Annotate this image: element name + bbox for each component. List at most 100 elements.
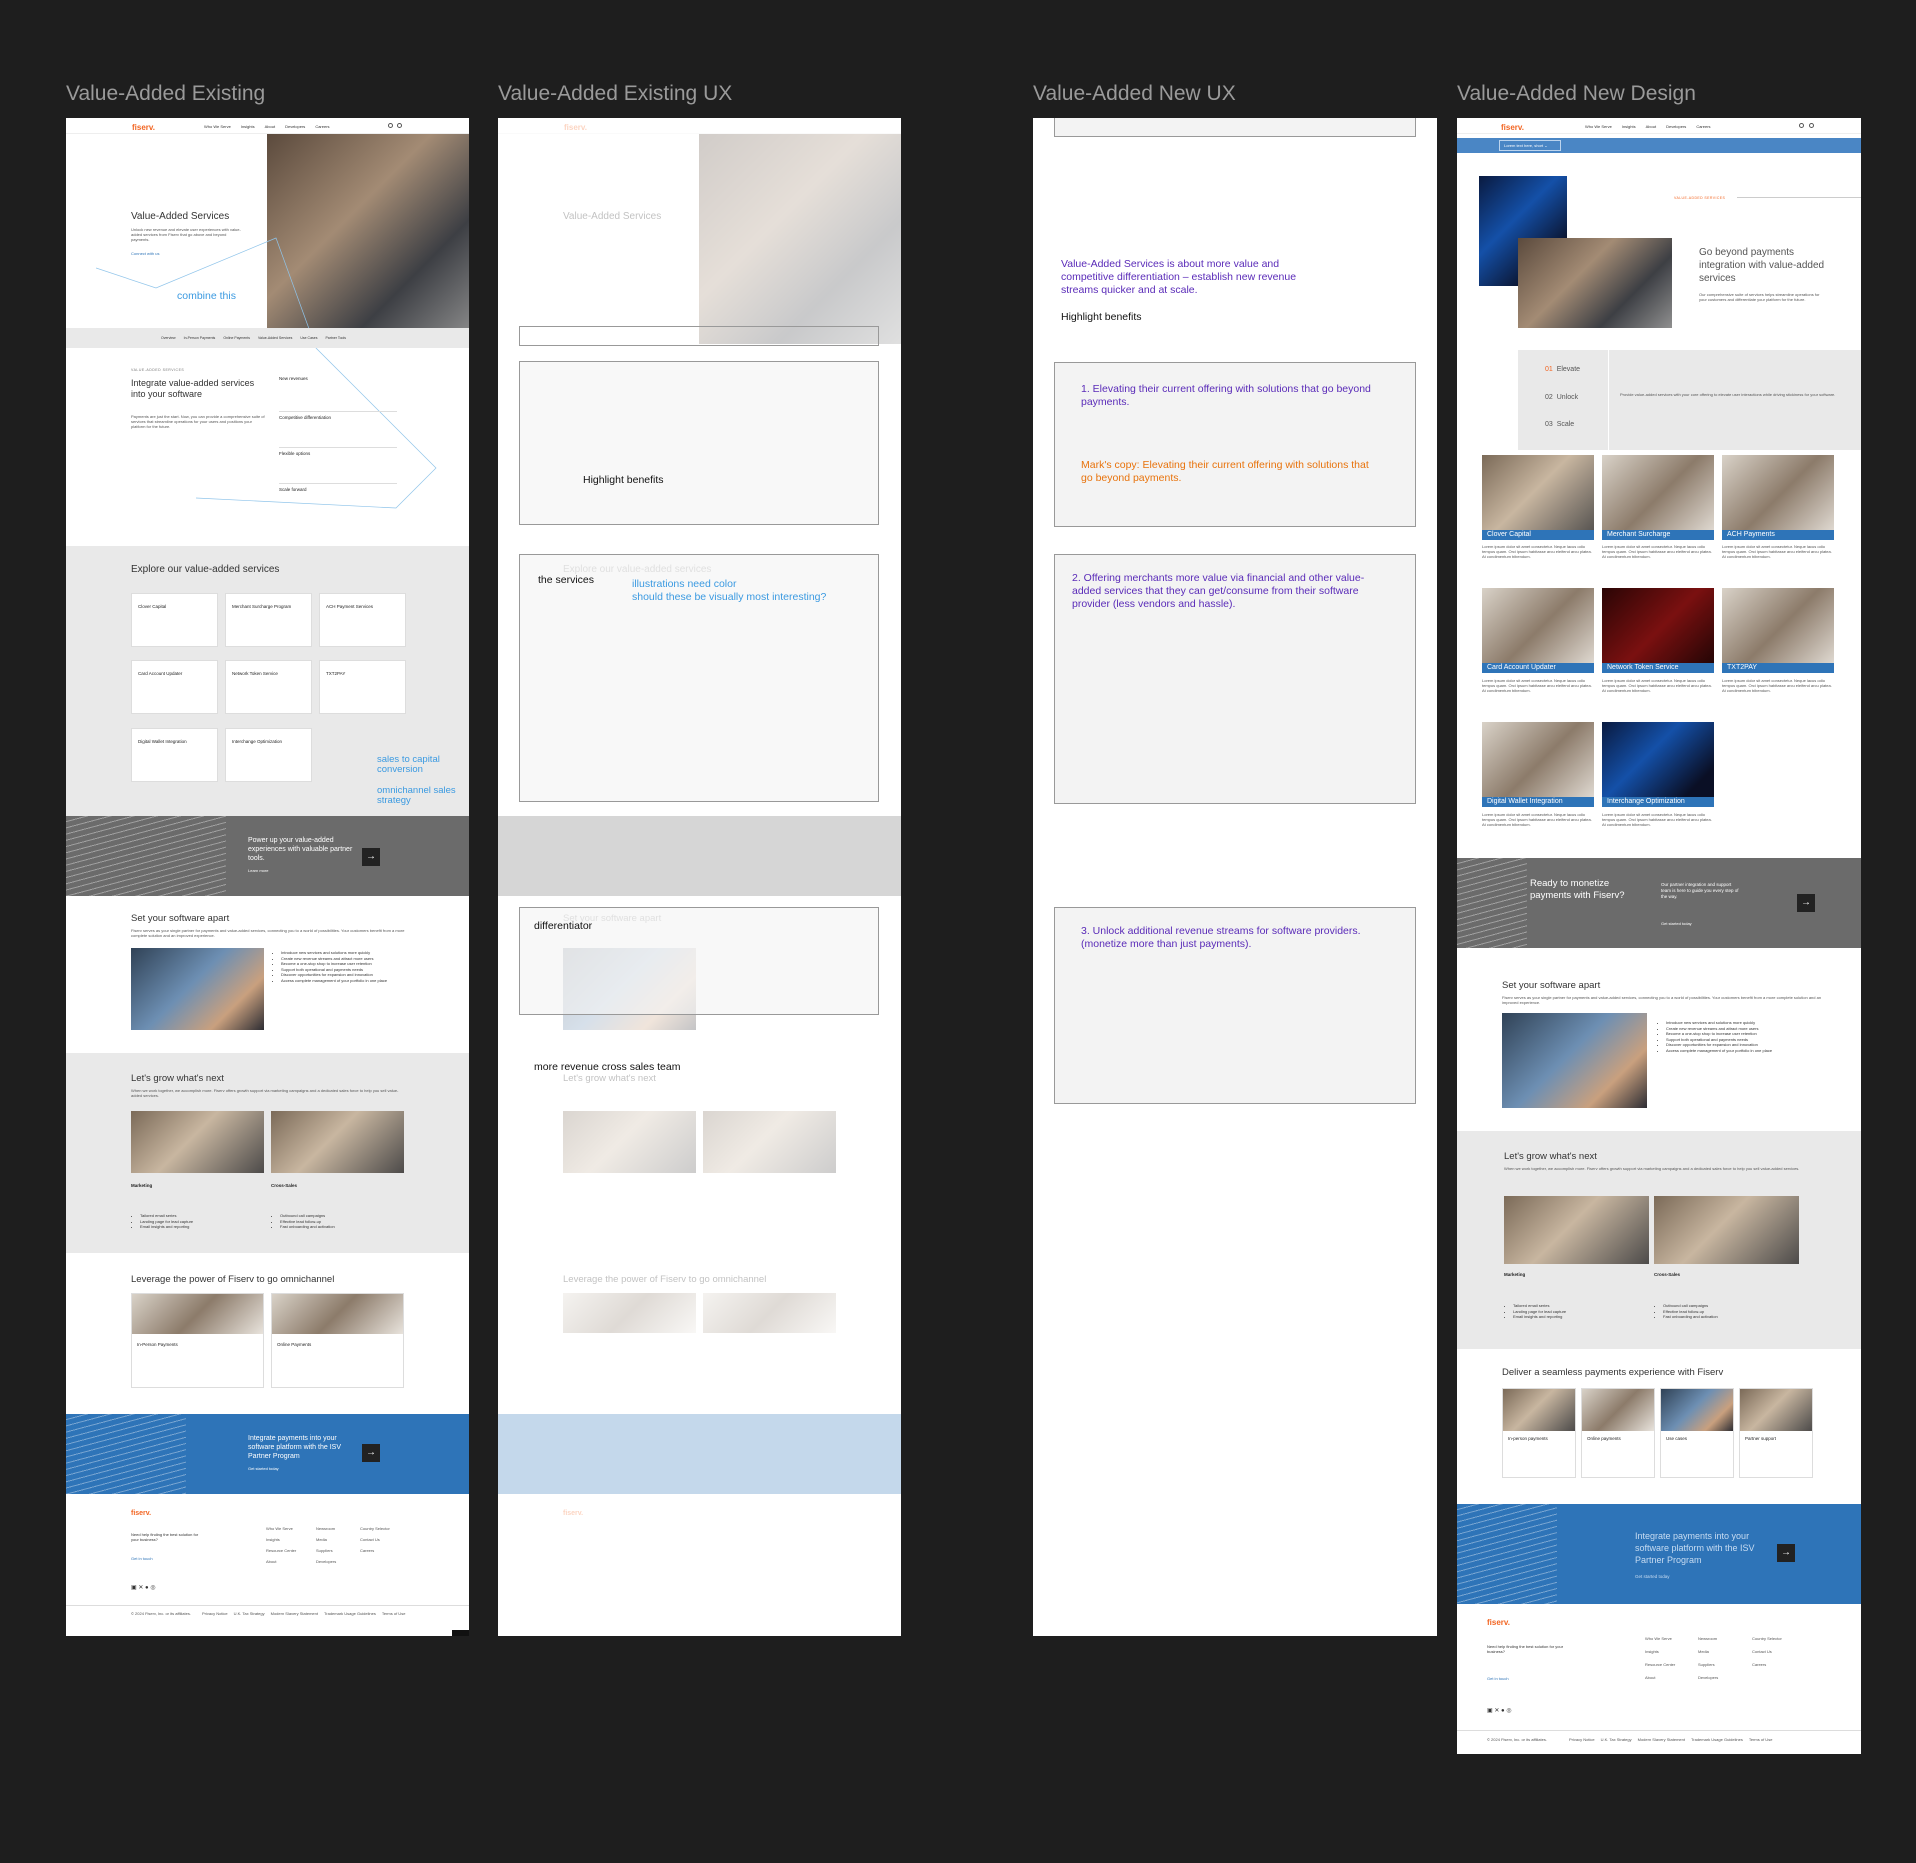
service-card-clover-capital[interactable]: Clover Capital	[1482, 455, 1594, 540]
service-desc: Lorem ipsum dolor sit amet consectetur. …	[1602, 812, 1712, 827]
arrow-right-icon[interactable]: →	[1797, 894, 1815, 912]
in-person-card[interactable]: In-Person Payments	[131, 1293, 264, 1388]
apart-list: Introduce new services and solutions mor…	[1660, 1020, 1790, 1053]
integrate-body: Payments are just the start. Now, you ca…	[131, 414, 265, 429]
deliver-title: Deliver a seamless payments experience w…	[1502, 1367, 1724, 1378]
frame-new-design[interactable]: fiserv. Who We Serve Insights About Deve…	[1457, 118, 1861, 1754]
isv-title: Integrate payments into your software pl…	[1635, 1531, 1755, 1565]
monetize-link[interactable]: Get started today	[1661, 921, 1692, 926]
subnav-item[interactable]: Use Cases	[300, 336, 317, 340]
globe-icon[interactable]	[397, 123, 402, 128]
ux-intro: Value-Added Services is about more value…	[1061, 258, 1297, 296]
nav-link[interactable]: Insights	[241, 124, 255, 129]
service-desc: Lorem ipsum dolor sit amet consectetur. …	[1482, 544, 1592, 559]
nav-link[interactable]: Who We Serve	[204, 124, 231, 129]
service-card[interactable]: ACH Payment Services	[319, 593, 406, 647]
grow-title: Let's grow what's next	[563, 1073, 656, 1084]
service-card-merchant-surcharge[interactable]: Merchant Surcharge	[1602, 455, 1714, 540]
deliver-label: In-person payments	[1508, 1436, 1548, 1441]
globe-icon[interactable]	[1809, 123, 1814, 128]
frame-existing-ux[interactable]: fiserv. Value-Added Services Explore our…	[498, 118, 901, 1636]
cross-sales-photo	[1654, 1196, 1799, 1264]
subnav-item[interactable]: In-Person Payments	[184, 336, 216, 340]
deliver-card-partner-support[interactable]: Partner support	[1739, 1388, 1813, 1478]
cross-sales-list: Outbound call campaigns Effective lead f…	[274, 1213, 335, 1230]
search-icon[interactable]	[1799, 123, 1804, 128]
service-card[interactable]: Clover Capital	[131, 593, 218, 647]
service-card[interactable]: Merchant Surcharge Program	[225, 593, 312, 647]
ux-note-illustrations: illustrations need color should these be…	[632, 578, 827, 603]
top-nav: fiserv. Who We Serve Insights About Deve…	[66, 118, 469, 134]
benefit-tabs: 01 Elevate 02 Unlock 03 Scale Provide va…	[1518, 350, 1861, 450]
deliver-photo	[1740, 1389, 1812, 1431]
band-link[interactable]: Learn more	[248, 868, 268, 873]
online-card[interactable]: Online Payments	[271, 1293, 404, 1388]
subnav-item[interactable]: Partner Tools	[325, 336, 346, 340]
deliver-card-online[interactable]: Online payments	[1581, 1388, 1655, 1478]
nav-link[interactable]: Careers	[315, 124, 329, 129]
accordion-item[interactable]: Competitive differentiation	[279, 412, 397, 448]
frame-new-ux[interactable]: Value-Added Services is about more value…	[1033, 118, 1437, 1636]
footer-help: Need help finding the best solution for …	[131, 1532, 199, 1542]
deliver-photo	[1582, 1389, 1654, 1431]
subnav-item[interactable]: Overview	[161, 336, 176, 340]
service-desc: Lorem ipsum dolor sit amet consectetur. …	[1722, 544, 1832, 559]
deliver-card-in-person[interactable]: In-person payments	[1502, 1388, 1576, 1478]
isv-link[interactable]: Get started today	[248, 1466, 279, 1471]
section-dropdown[interactable]: Lorem text here, short ⌄	[1499, 140, 1561, 151]
arrow-right-icon[interactable]: →	[1777, 1544, 1795, 1562]
accordion-item[interactable]: New revenues	[279, 376, 397, 412]
social-icons[interactable]: ▣ ✕ ● ◎	[131, 1584, 156, 1591]
nav-link[interactable]: Developers	[285, 124, 305, 129]
service-card[interactable]: Card Account Updater	[131, 660, 218, 714]
nav-link[interactable]: Insights	[1622, 124, 1636, 129]
service-card[interactable]: Interchange Optimization	[225, 728, 312, 782]
fiserv-logo[interactable]: fiserv.	[1501, 123, 1524, 132]
ux-highlight: Highlight benefits	[1061, 311, 1142, 323]
service-card-card-account-updater[interactable]: Card Account Updater	[1482, 588, 1594, 673]
cross-sales-title: Cross-Sales	[271, 1183, 298, 1188]
tab-unlock[interactable]: 02 Unlock	[1545, 394, 1578, 401]
service-card-txt2pay[interactable]: TXT2PAY	[1722, 588, 1834, 673]
footer-contact-link[interactable]: Get in touch	[131, 1556, 153, 1561]
arrow-right-icon[interactable]: →	[362, 848, 380, 866]
service-card-network-token[interactable]: Network Token Service	[1602, 588, 1714, 673]
isv-link[interactable]: Get started today	[1635, 1574, 1670, 1579]
tab-elevate[interactable]: 01 Elevate	[1545, 366, 1580, 373]
service-card[interactable]: TXT2PAY	[319, 660, 406, 714]
deliver-card-use-cases[interactable]: Use cases	[1660, 1388, 1734, 1478]
decorative-lines	[66, 1414, 186, 1494]
social-icons[interactable]: ▣ ✕ ● ◎	[1487, 1707, 1512, 1714]
service-card-digital-wallet[interactable]: Digital Wallet Integration	[1482, 722, 1594, 807]
nav-link[interactable]: Developers	[1666, 124, 1686, 129]
frame-existing[interactable]: fiserv. Who We Serve Insights About Deve…	[66, 118, 469, 1636]
accordion-item[interactable]: Flexible options	[279, 448, 397, 484]
nav-link[interactable]: Who We Serve	[1585, 124, 1612, 129]
footer-logo[interactable]: fiserv.	[1487, 1618, 1510, 1627]
service-card-ach-payments[interactable]: ACH Payments	[1722, 455, 1834, 540]
subnav-item[interactable]: Value-Added Services	[258, 336, 292, 340]
footer-contact-link[interactable]: Get in touch	[1487, 1676, 1509, 1681]
arrow-right-icon[interactable]: →	[362, 1444, 380, 1462]
footer-logo[interactable]: fiserv.	[131, 1510, 151, 1517]
footer-col-2: Newsroom Media Suppliers Developers	[1698, 1636, 1719, 1680]
in-person-photo	[132, 1294, 263, 1334]
search-icon[interactable]	[388, 123, 393, 128]
service-card[interactable]: Network Token Service	[225, 660, 312, 714]
service-desc: Lorem ipsum dolor sit amet consectetur. …	[1482, 812, 1592, 827]
annotation-combine: combine this	[177, 290, 236, 302]
cookie-tab[interactable]	[452, 1630, 469, 1636]
fiserv-logo[interactable]: fiserv.	[132, 123, 155, 132]
marketing-photo	[563, 1111, 696, 1173]
tab-scale[interactable]: 03 Scale	[1545, 421, 1574, 428]
subnav-item[interactable]: Online Payments	[223, 336, 250, 340]
service-card-interchange[interactable]: Interchange Optimization	[1602, 722, 1714, 807]
partner-tools-band	[498, 816, 901, 896]
ux-box3-text: 3. Unlock additional revenue streams for…	[1081, 925, 1361, 950]
nav-link[interactable]: Careers	[1696, 124, 1710, 129]
accordion-item[interactable]: Scale forward	[279, 484, 397, 520]
grow-title: Let's grow what's next	[131, 1073, 224, 1084]
nav-link[interactable]: About	[1646, 124, 1656, 129]
service-card[interactable]: Digital Wallet Integration	[131, 728, 218, 782]
nav-link[interactable]: About	[265, 124, 275, 129]
